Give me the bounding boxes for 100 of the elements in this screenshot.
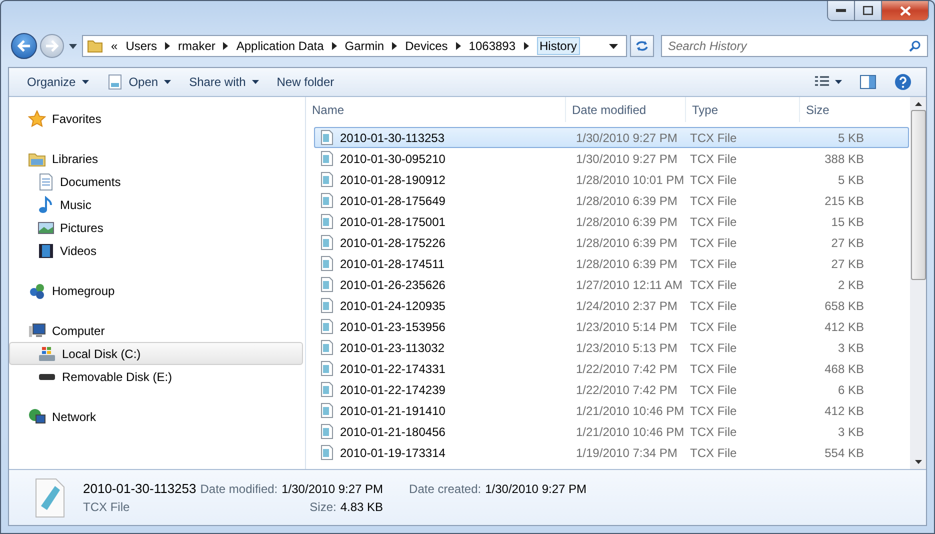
breadcrumb[interactable]: Devices bbox=[405, 39, 448, 53]
file-row[interactable]: 2010-01-28-174511 1/28/2010 6:39 PM TCX File 27 KB bbox=[314, 253, 909, 274]
file-row[interactable]: 2010-01-22-174331 1/22/2010 7:42 PM TCX File 468 KB bbox=[314, 358, 909, 379]
breadcrumb[interactable]: rmaker bbox=[178, 39, 216, 53]
column-header[interactable]: Date modified bbox=[566, 97, 686, 122]
toolbar-button[interactable]: Organize bbox=[19, 72, 97, 92]
file-row[interactable]: 2010-01-30-113253 1/30/2010 9:27 PM TCX File 5 KB bbox=[314, 127, 909, 148]
file-row[interactable]: 2010-01-24-120935 1/24/2010 2:37 PM TCX File 658 KB bbox=[314, 295, 909, 316]
chevron-icon[interactable] bbox=[392, 42, 398, 50]
list-view-icon bbox=[815, 76, 829, 88]
chevron-icon[interactable] bbox=[165, 42, 170, 50]
caret-icon bbox=[252, 80, 259, 84]
file-icon bbox=[321, 340, 333, 355]
file-row[interactable]: 2010-01-30-095210 1/30/2010 9:27 PM TCX File 388 KB bbox=[314, 148, 909, 169]
scroll-up-icon[interactable] bbox=[914, 102, 922, 106]
computer-icon bbox=[28, 322, 46, 338]
file-icon bbox=[321, 172, 333, 187]
breadcrumb[interactable]: 1063893 bbox=[468, 39, 516, 53]
minimize-button[interactable] bbox=[828, 1, 855, 20]
file-icon bbox=[321, 235, 333, 250]
sidebar-item[interactable]: Music bbox=[9, 193, 303, 216]
caret-icon bbox=[82, 80, 89, 84]
sidebar-item[interactable]: Local Disk (C:) bbox=[9, 342, 303, 365]
field-label: Date modified: bbox=[200, 482, 278, 496]
file-row[interactable]: 2010-01-26-235626 1/27/2010 12:11 AM TCX File 2 KB bbox=[314, 274, 909, 295]
file-icon bbox=[321, 193, 333, 208]
address-bar[interactable]: « Users rmaker Application Data Garmin Devices 1063893 History bbox=[82, 35, 627, 57]
sidebar-item[interactable]: Computer bbox=[9, 319, 303, 342]
network-icon bbox=[28, 408, 46, 426]
search-field[interactable]: Search History bbox=[661, 35, 928, 57]
scroll-down-icon[interactable] bbox=[914, 460, 922, 464]
file-icon bbox=[321, 382, 333, 397]
folder-icon bbox=[87, 39, 103, 53]
chevron-icon[interactable] bbox=[223, 42, 228, 50]
file-row[interactable]: 2010-01-21-191410 1/21/2010 10:46 PM TCX File 412 KB bbox=[314, 400, 909, 421]
maximize-icon bbox=[863, 6, 873, 15]
close-icon bbox=[900, 6, 910, 16]
file-row[interactable]: 2010-01-21-180456 1/21/2010 10:46 PM TCX File 3 KB bbox=[314, 421, 909, 442]
scroll-thumb[interactable] bbox=[910, 110, 926, 280]
chevron-icon[interactable] bbox=[332, 42, 337, 50]
help-icon bbox=[894, 73, 912, 91]
file-row[interactable]: 2010-01-23-113032 1/23/2010 5:13 PM TCX File 3 KB bbox=[314, 337, 909, 358]
column-header[interactable]: Size bbox=[800, 97, 872, 122]
back-arrow-icon bbox=[17, 40, 31, 52]
field-value: 4.83 KB bbox=[340, 500, 384, 514]
field-value: 1/30/2010 9:27 PM bbox=[282, 482, 384, 496]
sidebar-item[interactable]: Homegroup bbox=[9, 279, 303, 302]
music-note-icon bbox=[38, 196, 54, 214]
film-icon bbox=[38, 242, 54, 258]
maximize-button[interactable] bbox=[855, 1, 882, 20]
sidebar-item[interactable]: Removable Disk (E:) bbox=[9, 365, 303, 388]
caret-icon bbox=[164, 80, 172, 84]
search-icon bbox=[909, 40, 921, 52]
file-row[interactable]: 2010-01-28-175001 1/28/2010 6:39 PM TCX File 15 KB bbox=[314, 211, 909, 232]
column-header[interactable]: Name bbox=[306, 97, 566, 122]
breadcrumb-overflow[interactable]: « bbox=[111, 39, 118, 53]
close-button[interactable] bbox=[882, 1, 928, 20]
file-type: TCX File bbox=[83, 500, 131, 514]
file-row[interactable]: 2010-01-19-173314 1/19/2010 7:34 PM TCX File 554 KB bbox=[314, 442, 909, 463]
file-row[interactable]: 2010-01-28-175649 1/28/2010 6:39 PM TCX File 215 KB bbox=[314, 190, 909, 211]
caret-icon bbox=[835, 80, 842, 84]
file-icon bbox=[35, 478, 65, 518]
homegroup-icon bbox=[28, 282, 46, 300]
file-row[interactable]: 2010-01-28-175226 1/28/2010 6:39 PM TCX File 27 KB bbox=[314, 232, 909, 253]
back-button[interactable] bbox=[11, 33, 37, 59]
sidebar-item[interactable]: Documents bbox=[9, 170, 303, 193]
field-label: Size: bbox=[310, 500, 336, 514]
document-icon bbox=[106, 74, 123, 90]
sidebar-item[interactable]: Videos bbox=[9, 239, 303, 262]
file-name: 2010-01-30-113253 bbox=[83, 481, 196, 496]
sidebar-item[interactable]: Favorites bbox=[9, 107, 303, 130]
file-row[interactable]: 2010-01-28-190912 1/28/2010 10:01 PM TCX File 5 KB bbox=[314, 169, 909, 190]
file-row[interactable]: 2010-01-23-153956 1/23/2010 5:14 PM TCX File 412 KB bbox=[314, 316, 909, 337]
file-icon bbox=[321, 298, 333, 313]
file-icon bbox=[321, 361, 333, 376]
sidebar-item[interactable]: Libraries bbox=[9, 147, 303, 170]
file-icon bbox=[321, 319, 333, 334]
chevron-icon[interactable] bbox=[524, 42, 529, 50]
recent-pages-icon[interactable] bbox=[69, 44, 77, 48]
forward-arrow-icon bbox=[45, 40, 59, 52]
column-header[interactable]: Type bbox=[686, 97, 800, 122]
file-row[interactable]: 2010-01-22-174239 1/22/2010 7:42 PM TCX File 6 KB bbox=[314, 379, 909, 400]
file-icon bbox=[321, 214, 333, 229]
refresh-button[interactable] bbox=[630, 35, 654, 57]
dropdown-icon[interactable] bbox=[609, 44, 618, 48]
scrollbar[interactable] bbox=[910, 97, 926, 469]
search-input[interactable]: Search History bbox=[666, 38, 909, 54]
breadcrumb[interactable]: History bbox=[536, 37, 580, 55]
file-icon bbox=[321, 277, 333, 292]
breadcrumb[interactable]: Garmin bbox=[344, 39, 384, 53]
sidebar-item[interactable]: Network bbox=[9, 405, 303, 428]
breadcrumb[interactable]: Users bbox=[126, 39, 158, 53]
minimize-icon bbox=[836, 8, 846, 12]
toolbar-button[interactable]: New folder bbox=[268, 72, 342, 92]
toolbar-button[interactable]: Share with bbox=[181, 72, 267, 92]
disk-drive-icon bbox=[38, 346, 56, 362]
chevron-icon[interactable] bbox=[456, 42, 461, 50]
toolbar-button[interactable]: Open bbox=[98, 71, 180, 93]
breadcrumb[interactable]: Application Data bbox=[236, 39, 324, 53]
sidebar-item[interactable]: Pictures bbox=[9, 216, 303, 239]
